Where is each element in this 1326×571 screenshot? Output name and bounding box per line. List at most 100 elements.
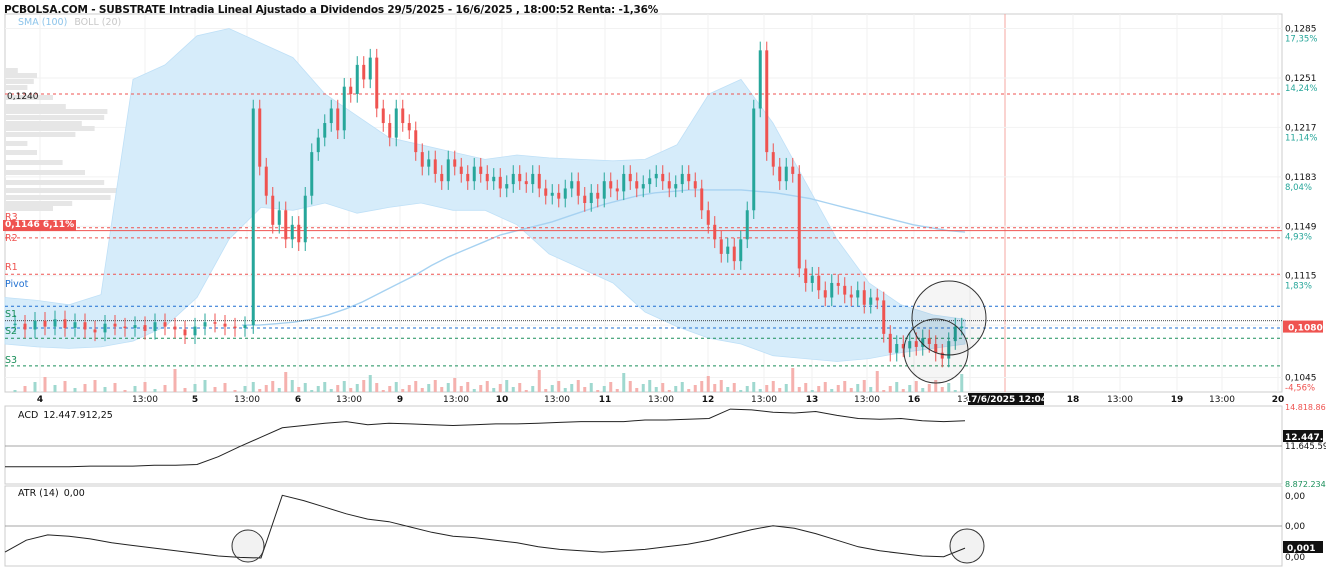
volume-bar — [583, 387, 587, 392]
volume-bar — [687, 389, 691, 392]
candle-body — [329, 108, 333, 124]
candle-body — [869, 297, 873, 305]
candle-body — [654, 173, 658, 179]
volume-bar — [316, 386, 320, 392]
volume-bar — [745, 386, 749, 392]
indicator-legend: SMA (100) BOLL (20) — [18, 17, 121, 29]
highlight-circle — [231, 529, 265, 563]
price-axis-pct: 1,83% — [1285, 282, 1312, 292]
candle-body — [368, 57, 372, 80]
volume-bar — [479, 385, 483, 392]
highlight-circle — [903, 318, 969, 384]
candle-body — [446, 159, 450, 182]
volume-bar — [921, 388, 925, 392]
candle-body — [797, 173, 801, 269]
atr-axis-tick: 0,00 — [1285, 522, 1305, 532]
time-cursor-label: 17/6/2025 12:04 — [965, 395, 1047, 405]
volume-bar — [791, 368, 795, 392]
volume-bar — [511, 387, 515, 392]
volume-bar — [557, 381, 561, 392]
volume-bar — [193, 384, 197, 392]
volume-bar — [123, 390, 127, 392]
volume-bar — [375, 383, 379, 392]
price-axis-tick: 0,1183 — [1285, 173, 1317, 183]
candle-body — [498, 176, 502, 189]
price-axis-tick: 0,1217 — [1285, 123, 1317, 133]
candle-body — [83, 322, 87, 330]
volume-bar — [765, 385, 769, 392]
candle-body — [713, 224, 717, 240]
volume-bar — [414, 381, 418, 392]
candle-body — [103, 323, 107, 333]
candle-body — [303, 195, 307, 243]
boll-legend[interactable]: BOLL (20) — [74, 17, 121, 28]
highlight-circle — [949, 528, 985, 564]
volume-bar — [661, 383, 665, 392]
candle-body — [73, 322, 77, 329]
volume-bar — [869, 387, 873, 392]
candle-body — [492, 176, 496, 182]
price-axis-pct: 8,04% — [1285, 183, 1312, 193]
candle-body — [804, 268, 808, 283]
time-axis-label: 19 — [1171, 395, 1184, 405]
volume-bar — [183, 388, 187, 392]
volume-bar — [103, 387, 107, 392]
volume-bar — [349, 388, 353, 392]
candle-body — [745, 210, 749, 240]
candle-body — [401, 108, 405, 124]
candle-body — [563, 188, 567, 199]
candle-body — [758, 50, 762, 109]
sma-legend[interactable]: SMA (100) — [18, 17, 67, 28]
chart-title: PCBOLSA.COM - SUBSTRATE Intradia Lineal … — [4, 4, 659, 16]
candle-body — [765, 50, 769, 153]
candle-body — [583, 195, 587, 203]
price-axis-pct: 14,24% — [1285, 84, 1317, 94]
candle-body — [550, 192, 554, 196]
time-axis-label: 12 — [702, 395, 715, 405]
volume-bar — [203, 380, 207, 392]
volume-bar — [524, 390, 528, 392]
volume-bar — [940, 387, 944, 392]
candle-body — [778, 166, 782, 182]
volume-bar — [836, 385, 840, 392]
acd-value: 12.447.912,25 — [43, 410, 113, 421]
candle-body — [661, 173, 665, 182]
volume-bar — [310, 390, 314, 392]
volume-bar — [420, 388, 424, 392]
volume-bar — [927, 384, 931, 392]
candle-body — [888, 333, 892, 353]
volume-bar — [153, 389, 157, 392]
volume-profile-bar — [5, 73, 37, 78]
candle-body — [362, 64, 366, 80]
candle-body — [732, 246, 736, 262]
candle-body — [277, 210, 281, 225]
candle-body — [706, 210, 710, 225]
candle-body — [459, 166, 463, 174]
time-axis-label: 9 — [397, 395, 403, 405]
chart-canvas[interactable]: 4 13:00 5 13:00 6 13:00 9 13:00 10 13:00 11 13:00 12… — [0, 0, 1326, 571]
candle-body — [570, 181, 574, 189]
candle-body — [615, 188, 619, 192]
candle-body — [557, 192, 561, 199]
candle-body — [264, 166, 268, 196]
volume-bar — [459, 386, 463, 392]
time-axis-label: 13 — [806, 395, 819, 405]
candle-body — [674, 184, 678, 189]
acd-axis-value-2: 11.645.59 — [1285, 442, 1326, 452]
volume-bar — [563, 388, 567, 392]
candle-body — [213, 322, 217, 324]
candle-body — [648, 178, 652, 185]
volume-bar — [362, 380, 366, 392]
candle-body — [849, 294, 853, 298]
candle-body — [628, 173, 632, 182]
volume-bar — [693, 385, 697, 392]
volume-bar — [223, 383, 227, 392]
volume-profile-bar — [5, 150, 37, 155]
time-axis-label: 18 — [1067, 395, 1080, 405]
volume-bar — [609, 382, 613, 392]
candle-body — [251, 108, 255, 326]
candle-body — [771, 152, 775, 167]
volume-bar — [258, 389, 262, 392]
candle-body — [700, 188, 704, 211]
candle-body — [316, 137, 320, 153]
